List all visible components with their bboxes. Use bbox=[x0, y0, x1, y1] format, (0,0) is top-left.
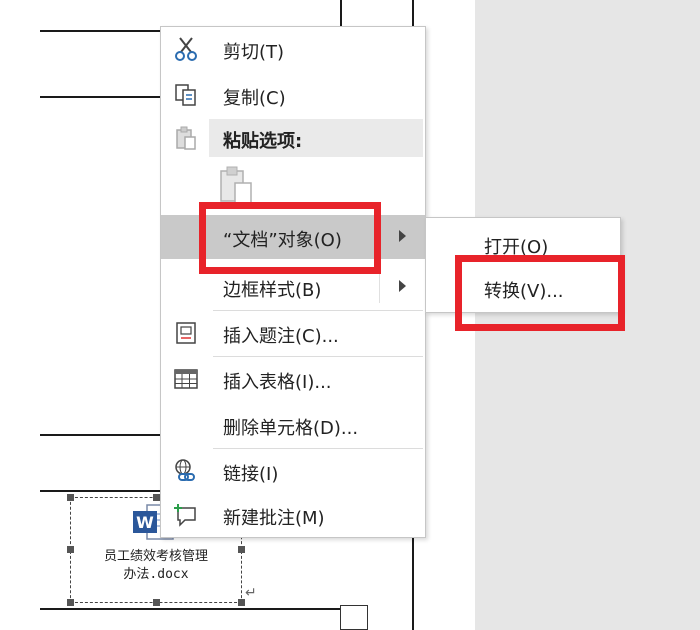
table-cell bbox=[340, 605, 368, 630]
comment-icon bbox=[174, 504, 196, 527]
submenu-arrow-icon bbox=[399, 230, 406, 242]
table-border bbox=[340, 0, 342, 26]
highlight-box bbox=[455, 255, 625, 331]
table-line bbox=[40, 434, 160, 436]
scissors-icon bbox=[175, 37, 197, 61]
paste-keep-format-icon[interactable] bbox=[217, 165, 259, 205]
menu-item-cut[interactable]: 剪切(T) bbox=[161, 27, 425, 71]
submenu-arrow-icon bbox=[399, 280, 406, 292]
menu-item-copy[interactable]: 复制(C) bbox=[161, 73, 425, 117]
resize-handle[interactable] bbox=[153, 494, 160, 501]
link-icon bbox=[175, 459, 195, 481]
menu-item-insert-caption[interactable]: 插入题注(C)... bbox=[161, 311, 425, 355]
table-line bbox=[40, 30, 160, 32]
copy-icon bbox=[175, 84, 196, 106]
paste-options-header: 粘贴选项: bbox=[209, 119, 423, 157]
menu-item-insert-table[interactable]: 插入表格(I)... bbox=[161, 357, 425, 401]
context-menu: 剪切(T) 复制(C) 粘贴选项: “文档”对象(O) 边框样式(B) 插入题注… bbox=[160, 26, 426, 538]
table-line bbox=[40, 96, 160, 98]
resize-handle[interactable] bbox=[153, 599, 160, 606]
resize-handle[interactable] bbox=[238, 599, 245, 606]
svg-text:W: W bbox=[136, 513, 154, 532]
paragraph-mark-icon: ↵ bbox=[245, 585, 257, 601]
resize-handle[interactable] bbox=[67, 494, 74, 501]
caption-icon bbox=[176, 322, 196, 344]
object-filename: 员工绩效考核管理 办法.docx bbox=[103, 549, 208, 582]
table-icon bbox=[174, 369, 198, 389]
resize-handle[interactable] bbox=[67, 599, 74, 606]
highlight-box bbox=[199, 202, 381, 274]
paste-icon bbox=[176, 126, 196, 150]
table-line bbox=[40, 608, 340, 610]
menu-item-link[interactable]: 链接(I) bbox=[161, 449, 425, 493]
menu-item-new-comment[interactable]: 新建批注(M) bbox=[161, 493, 425, 537]
menu-item-delete-cell[interactable]: 删除单元格(D)... bbox=[161, 403, 425, 447]
